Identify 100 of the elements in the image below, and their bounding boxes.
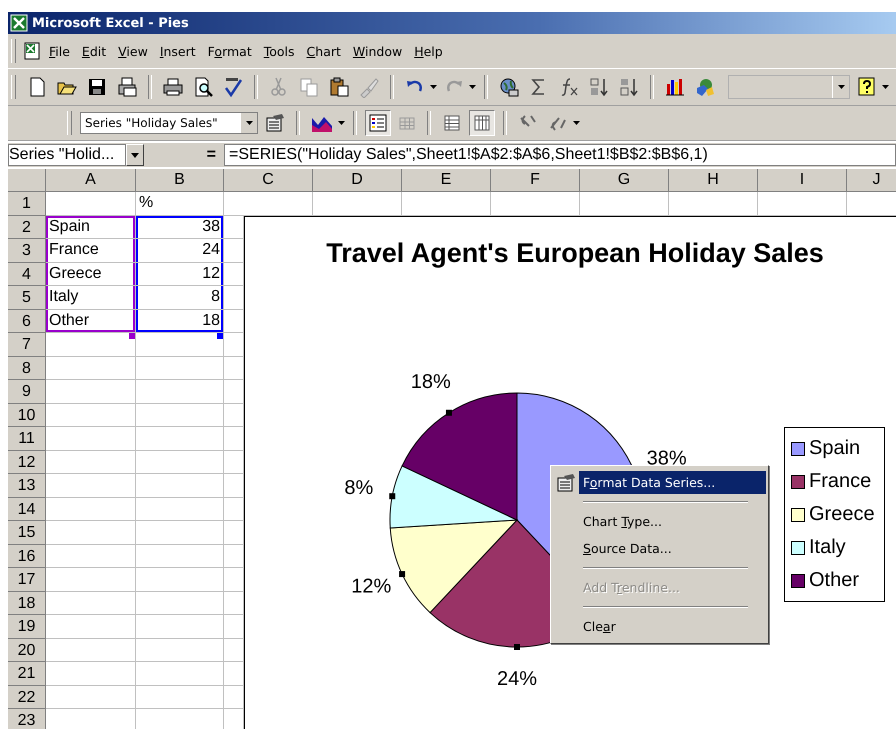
map-icon[interactable] xyxy=(694,76,716,98)
sort-descending-icon[interactable] xyxy=(618,76,640,98)
table-cell[interactable] xyxy=(46,498,136,521)
context-menu-item[interactable]: Clear xyxy=(579,615,766,638)
menu-item[interactable]: Help xyxy=(409,42,448,60)
menu-item[interactable]: Window xyxy=(348,42,408,60)
chart-object-dropdown[interactable]: Series "Holiday Sales" xyxy=(80,112,258,134)
table-cell[interactable] xyxy=(136,450,224,474)
row-header[interactable]: 22 xyxy=(8,686,46,709)
table-cell[interactable] xyxy=(46,356,136,380)
name-box-dropdown[interactable] xyxy=(126,144,144,166)
table-cell[interactable]: 8 xyxy=(136,286,224,310)
column-header[interactable]: J xyxy=(847,169,896,192)
pie-slice[interactable] xyxy=(390,520,518,614)
row-header[interactable]: 4 xyxy=(8,262,46,286)
name-box[interactable]: Series "Holid... xyxy=(8,144,126,166)
paintbrush-icon[interactable] xyxy=(358,76,380,98)
table-cell[interactable] xyxy=(136,544,224,568)
row-header[interactable]: 7 xyxy=(8,333,46,356)
table-cell[interactable] xyxy=(136,474,224,498)
table-cell[interactable] xyxy=(46,427,136,450)
table-cell[interactable] xyxy=(46,568,136,592)
row-header[interactable]: 15 xyxy=(8,521,46,544)
table-cell[interactable]: % xyxy=(136,192,224,216)
column-header[interactable]: E xyxy=(402,169,491,192)
row-header[interactable]: 3 xyxy=(8,239,46,262)
table-cell[interactable] xyxy=(46,592,136,615)
table-cell[interactable] xyxy=(136,498,224,521)
row-header[interactable]: 21 xyxy=(8,662,46,686)
printer-setup-icon[interactable] xyxy=(116,76,138,98)
selection-handle[interactable] xyxy=(389,493,396,500)
workbook-icon[interactable] xyxy=(22,41,42,61)
format-properties-icon[interactable] xyxy=(264,112,286,134)
table-cell[interactable] xyxy=(136,427,224,450)
table-cell[interactable]: Greece xyxy=(46,262,136,286)
menu-item[interactable]: Edit xyxy=(76,42,112,60)
fill-handle[interactable] xyxy=(217,333,223,339)
selection-handle[interactable] xyxy=(446,410,452,416)
column-header[interactable]: H xyxy=(669,169,758,192)
table-cell[interactable]: Italy xyxy=(46,286,136,310)
edit-formula-button[interactable]: = xyxy=(144,146,224,164)
table-cell[interactable]: 12 xyxy=(136,262,224,286)
zoom-field[interactable] xyxy=(728,75,850,99)
bar-chart-icon[interactable] xyxy=(664,76,686,98)
table-cell[interactable] xyxy=(136,615,224,638)
table-cell[interactable] xyxy=(136,356,224,380)
table-cell[interactable]: 38 xyxy=(136,216,224,239)
row-header[interactable]: 23 xyxy=(8,709,46,729)
pie-slice[interactable] xyxy=(390,465,518,528)
menu-item[interactable]: File xyxy=(44,42,75,60)
table-cell[interactable] xyxy=(136,380,224,404)
table-cell[interactable] xyxy=(136,686,224,709)
row-header[interactable]: 1 xyxy=(8,192,46,216)
selection-handle[interactable] xyxy=(399,571,406,578)
by-column-button[interactable] xyxy=(469,110,495,136)
table-cell[interactable] xyxy=(46,333,136,356)
context-menu-item[interactable]: Chart Type... xyxy=(579,510,766,533)
table-cell[interactable]: France xyxy=(46,239,136,262)
table-cell[interactable] xyxy=(46,450,136,474)
table-cell[interactable] xyxy=(136,521,224,544)
row-header[interactable]: 10 xyxy=(8,404,46,427)
menu-item[interactable]: Insert xyxy=(154,42,201,60)
table-cell[interactable] xyxy=(46,638,136,662)
row-header[interactable]: 11 xyxy=(8,427,46,450)
table-cell[interactable] xyxy=(136,662,224,686)
table-cell[interactable] xyxy=(46,192,136,216)
table-cell[interactable] xyxy=(46,686,136,709)
column-header[interactable]: F xyxy=(491,169,580,192)
formula-field[interactable]: =SERIES("Holiday Sales",Sheet1!$A$2:$A$6,Sheet1!$B$2:$B$6,1) xyxy=(224,144,896,166)
table-cell[interactable] xyxy=(136,568,224,592)
select-all-button[interactable] xyxy=(8,169,46,192)
row-header[interactable]: 14 xyxy=(8,498,46,521)
row-header[interactable]: 12 xyxy=(8,450,46,474)
row-header[interactable]: 13 xyxy=(8,474,46,498)
table-cell[interactable] xyxy=(46,404,136,427)
context-menu-item[interactable]: Format Data Series... xyxy=(579,471,766,494)
menu-item[interactable]: Format xyxy=(202,42,257,60)
pie-slice[interactable] xyxy=(402,392,518,520)
selection-handle[interactable] xyxy=(514,644,520,650)
menu-item[interactable]: View xyxy=(113,42,153,60)
table-cell[interactable] xyxy=(136,404,224,427)
row-header[interactable]: 19 xyxy=(8,615,46,638)
table-cell[interactable] xyxy=(46,521,136,544)
legend-button[interactable] xyxy=(365,110,391,136)
paste-icon[interactable] xyxy=(328,76,350,98)
dropdown-arrow-icon[interactable] xyxy=(338,121,345,125)
table-cell[interactable] xyxy=(46,615,136,638)
table-cell[interactable] xyxy=(46,474,136,498)
column-header[interactable]: C xyxy=(224,169,313,192)
row-header[interactable]: 5 xyxy=(8,286,46,310)
row-header[interactable]: 8 xyxy=(8,356,46,380)
table-cell[interactable] xyxy=(136,638,224,662)
dropdown-arrow-icon[interactable] xyxy=(573,121,580,125)
table-cell[interactable]: 18 xyxy=(136,310,224,333)
row-header[interactable]: 6 xyxy=(8,310,46,333)
row-header[interactable]: 9 xyxy=(8,380,46,404)
table-cell[interactable] xyxy=(136,333,224,356)
globe-icon[interactable] xyxy=(498,76,520,98)
table-cell[interactable] xyxy=(46,662,136,686)
spell-check-icon[interactable] xyxy=(222,76,244,98)
